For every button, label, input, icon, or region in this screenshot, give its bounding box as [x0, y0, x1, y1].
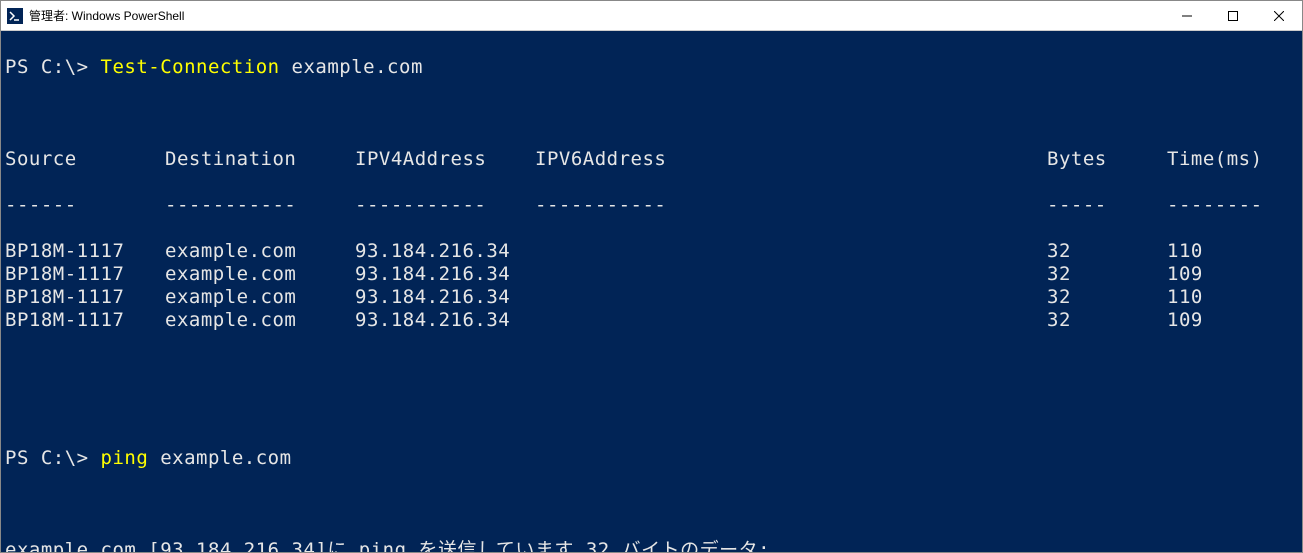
command-arg: example.com [148, 447, 291, 469]
cell-dest: example.com [165, 286, 355, 309]
cell-bytes: 32 [1047, 309, 1167, 332]
prompt: PS C:\> [5, 447, 101, 469]
cell-source: BP18M-1117 [5, 286, 165, 309]
col-header-source: Source [5, 148, 165, 171]
terminal-area[interactable]: PS C:\> Test-Connection example.com Sour… [1, 31, 1302, 552]
cell-dest: example.com [165, 240, 355, 263]
close-button[interactable] [1256, 1, 1302, 31]
cell-source: BP18M-1117 [5, 263, 165, 286]
prompt: PS C:\> [5, 56, 101, 78]
cell-time: 110 [1167, 286, 1297, 309]
command-arg: example.com [280, 56, 423, 78]
cell-ipv4: 93.184.216.34 [355, 286, 535, 309]
col-header-bytes: Bytes [1047, 148, 1167, 171]
table-row: BP18M-1117example.com93.184.216.34 32109 [5, 309, 1298, 332]
maximize-button[interactable] [1210, 1, 1256, 31]
window-titlebar: 管理者: Windows PowerShell [1, 1, 1302, 31]
close-icon [1274, 11, 1284, 21]
cell-bytes: 32 [1047, 240, 1167, 263]
table-row: BP18M-1117example.com93.184.216.34 32110 [5, 240, 1298, 263]
col-header-ipv4: IPV4Address [355, 148, 535, 171]
table-divider: ----------------------------------------… [5, 194, 1298, 217]
cell-ipv4: 93.184.216.34 [355, 309, 535, 332]
col-header-time: Time(ms) [1167, 148, 1297, 171]
blank-line [5, 493, 1298, 516]
command-line-2: PS C:\> ping example.com [5, 447, 1298, 470]
table-rows: BP18M-1117example.com93.184.216.3432110B… [5, 240, 1298, 332]
cell-bytes: 32 [1047, 263, 1167, 286]
minimize-icon [1182, 11, 1192, 21]
cell-ipv6 [535, 263, 1047, 286]
table-header: SourceDestinationIPV4AddressIPV6AddressB… [5, 148, 1298, 171]
blank-line [5, 355, 1298, 378]
command: ping [101, 447, 149, 469]
window-title: 管理者: Windows PowerShell [29, 7, 184, 24]
cell-ipv6 [535, 309, 1047, 332]
cell-source: BP18M-1117 [5, 309, 165, 332]
maximize-icon [1228, 11, 1238, 21]
table-row: BP18M-1117example.com93.184.216.34 32109 [5, 263, 1298, 286]
col-header-ipv6: IPV6Address [535, 148, 1047, 171]
command-line-1: PS C:\> Test-Connection example.com [5, 56, 1298, 79]
cell-dest: example.com [165, 309, 355, 332]
powershell-icon [7, 8, 23, 24]
cell-ipv6 [535, 240, 1047, 263]
blank-line [5, 102, 1298, 125]
cell-time: 109 [1167, 263, 1297, 286]
blank-line [5, 401, 1298, 424]
cell-ipv6 [535, 286, 1047, 309]
cell-ipv4: 93.184.216.34 [355, 240, 535, 263]
command: Test-Connection [101, 56, 280, 78]
cell-dest: example.com [165, 263, 355, 286]
col-header-dest: Destination [165, 148, 355, 171]
cell-source: BP18M-1117 [5, 240, 165, 263]
minimize-button[interactable] [1164, 1, 1210, 31]
cell-time: 110 [1167, 240, 1297, 263]
cell-time: 109 [1167, 309, 1297, 332]
cell-ipv4: 93.184.216.34 [355, 263, 535, 286]
table-row: BP18M-1117example.com93.184.216.34 32110 [5, 286, 1298, 309]
ping-header-line: example.com [93.184.216.34]に ping を送信してい… [5, 539, 1298, 552]
cell-bytes: 32 [1047, 286, 1167, 309]
